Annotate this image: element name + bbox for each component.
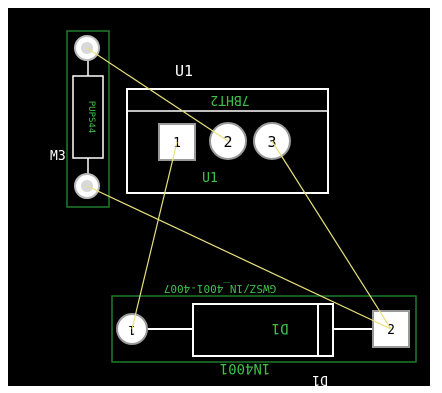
d1-ref-label: D1 [312,372,328,387]
u1-pad-2-label: 2 [223,133,232,151]
u1-inner-label: U1 [202,171,218,186]
pcb-board-view: PUPS44 M3 U1 7BHT2 U1 1 2 3 GWSZ/1N_4001… [0,0,442,389]
u1-ref-label: U1 [175,62,193,80]
d1-inner-label: D1 [272,320,289,336]
resistor-value-label: PUPS44 [86,101,96,134]
resistor-ref-label: M3 [50,149,66,164]
pcb-canvas: PUPS44 M3 U1 7BHT2 U1 1 2 3 GWSZ/1N_4001… [8,8,430,387]
d1-part-label: 1N4001 [220,360,271,376]
d1-part-mirrored-label: GWSZ/1N_4001-4007 [164,282,277,295]
u1-part-label: 7BHT2 [210,92,249,107]
d1-pad-1-label: 1 [128,323,135,337]
